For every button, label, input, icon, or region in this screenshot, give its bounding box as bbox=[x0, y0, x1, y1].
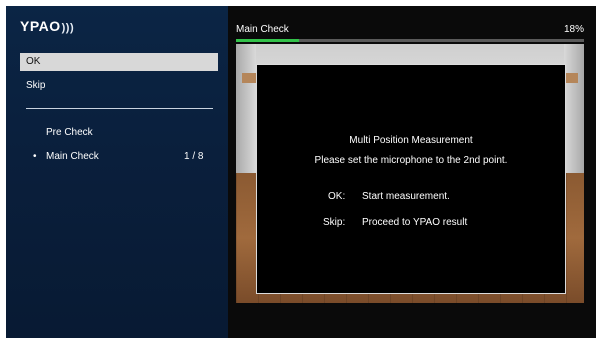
skip-key-label: Skip: bbox=[323, 217, 346, 228]
step-count: 1 / 8 bbox=[184, 151, 204, 162]
room-illustration: Multi Position Measurement Please set th… bbox=[236, 44, 584, 303]
skip-menu-item[interactable]: Skip bbox=[20, 77, 218, 95]
dialog-title: Multi Position Measurement bbox=[349, 135, 473, 146]
current-step-bullet-icon: • bbox=[33, 151, 37, 162]
right-speaker-icon bbox=[564, 73, 578, 83]
ok-menu-item[interactable]: OK bbox=[20, 53, 218, 71]
logo-text: YPAO bbox=[20, 18, 61, 34]
sidebar: YPAO))) OK Skip Pre Check • Main Check 1… bbox=[6, 6, 228, 338]
ok-label: OK bbox=[26, 56, 41, 67]
left-speaker-icon bbox=[242, 73, 256, 83]
ok-key-label: OK: bbox=[328, 191, 346, 202]
measurement-dialog: Multi Position Measurement Please set th… bbox=[256, 64, 566, 294]
ypao-logo: YPAO))) bbox=[20, 18, 74, 34]
skip-action-text: Proceed to YPAO result bbox=[362, 217, 468, 228]
progress-percent: 18% bbox=[563, 24, 584, 35]
sound-waves-icon: ))) bbox=[61, 22, 75, 34]
tv-screen: YPAO))) OK Skip Pre Check • Main Check 1… bbox=[6, 6, 596, 338]
step-pre-check: Pre Check bbox=[46, 127, 93, 138]
divider bbox=[26, 108, 213, 109]
progress-bar bbox=[236, 39, 584, 42]
step-main-check: Main Check bbox=[46, 151, 99, 162]
status-title: Main Check bbox=[236, 24, 289, 35]
skip-label: Skip bbox=[26, 80, 46, 91]
ok-action-text: Start measurement. bbox=[362, 191, 450, 202]
progress-fill bbox=[236, 39, 299, 42]
dialog-message: Please set the microphone to the 2nd poi… bbox=[314, 155, 508, 166]
